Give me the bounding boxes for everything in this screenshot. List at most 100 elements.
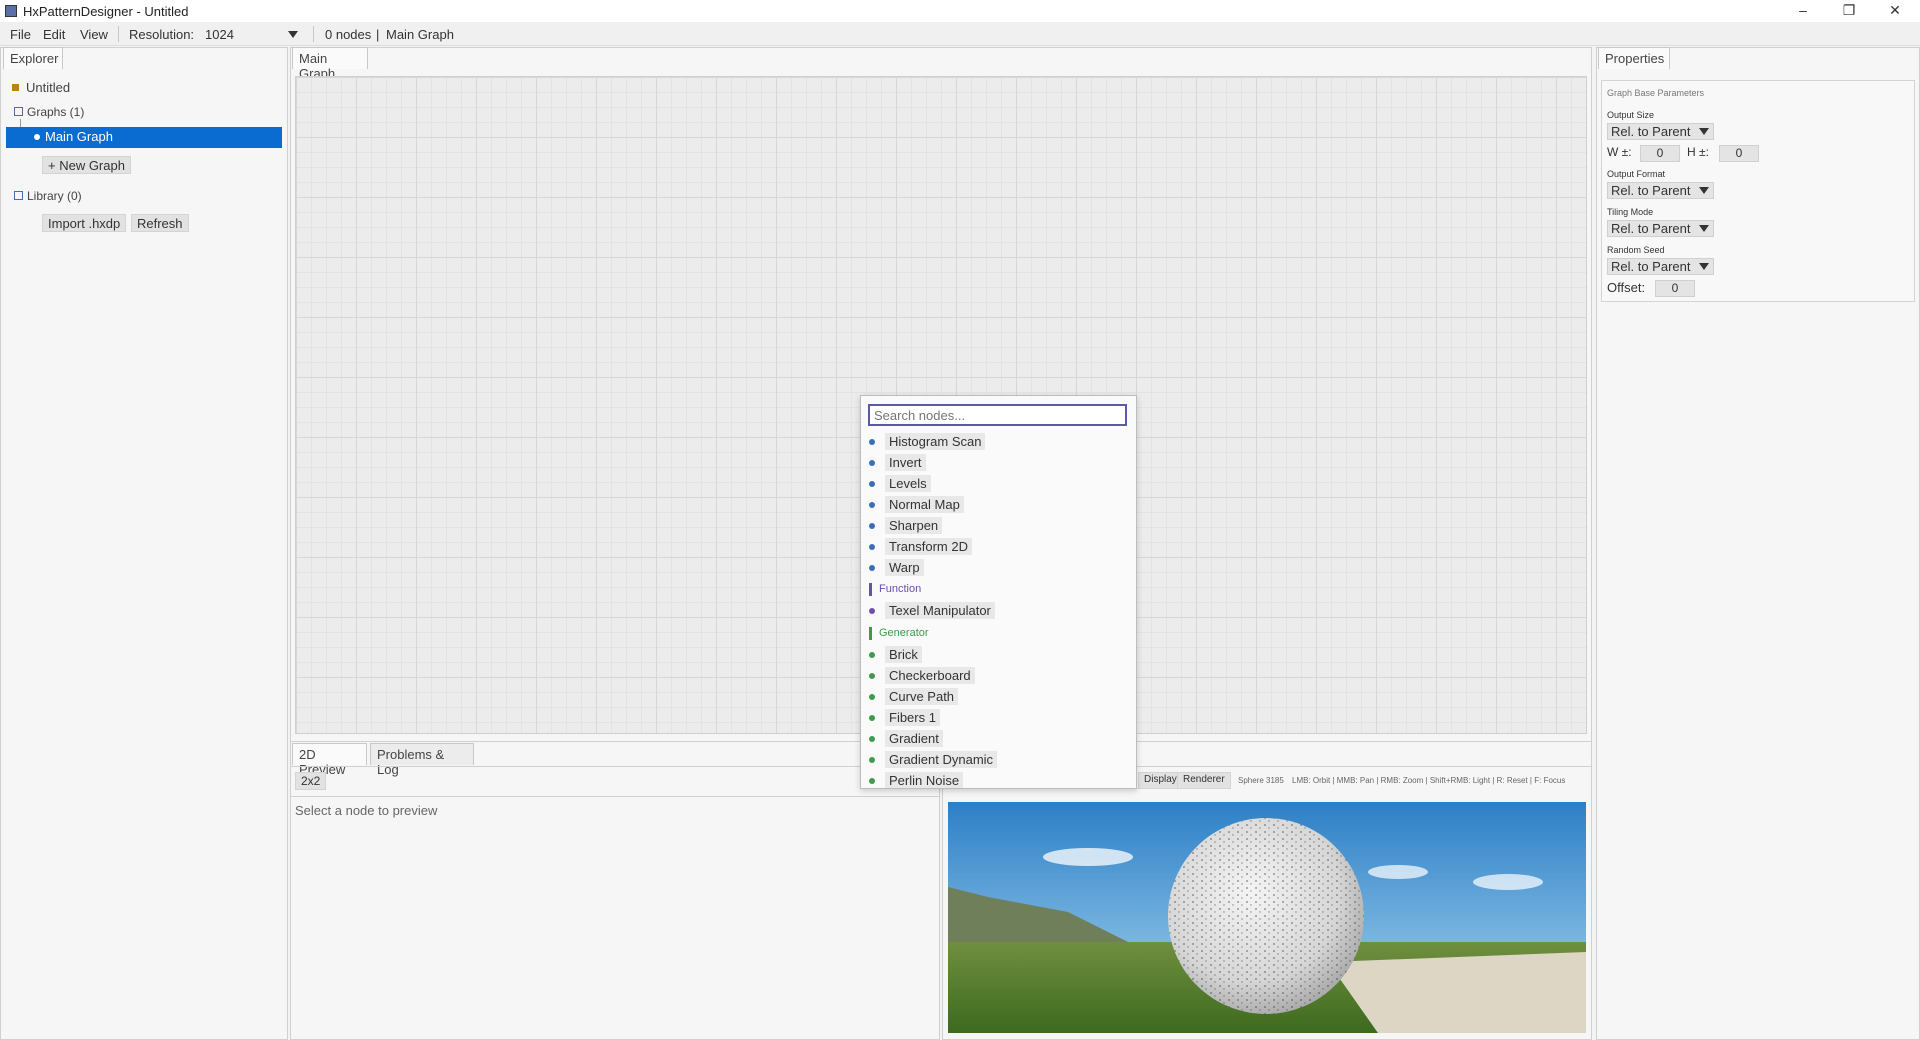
menu-bar: File Edit View Resolution: 1024 0 nodes …	[0, 22, 1920, 46]
category-generator: Generator	[861, 625, 1131, 643]
offset-label: Offset:	[1607, 280, 1646, 295]
category-function: Function	[861, 581, 1131, 599]
sidebar-item-main-graph[interactable]: Main Graph	[6, 127, 282, 148]
list-item-checkerboard[interactable]: Checkerboard	[861, 666, 1131, 686]
tiling-mode-select[interactable]: Rel. to Parent	[1607, 220, 1714, 237]
menu-separator	[313, 26, 314, 42]
library-folder[interactable]: Library (0)	[27, 189, 82, 203]
node-label: Curve Path	[885, 688, 959, 705]
title-bar: HxPatternDesigner - Untitled – ❐ ✕	[0, 0, 1920, 22]
node-dot-icon	[869, 736, 875, 742]
node-dot-icon	[869, 715, 875, 721]
width-offset-label: W ±:	[1607, 145, 1632, 159]
cloud	[1368, 865, 1428, 879]
height-offset-input[interactable]: 0	[1719, 145, 1759, 162]
node-label: Brick	[885, 646, 922, 663]
node-label: Texel Manipulator	[885, 602, 995, 619]
node-label: Checkerboard	[885, 667, 975, 684]
graph-bullet-icon	[34, 134, 40, 140]
list-item-warp[interactable]: Warp	[861, 558, 1131, 578]
list-item-invert[interactable]: Invert	[861, 453, 1131, 473]
viewport-3d[interactable]	[948, 802, 1586, 1033]
list-item-normal-map[interactable]: Normal Map	[861, 495, 1131, 515]
current-graph-status: Main Graph	[386, 27, 454, 42]
collapse-icon[interactable]	[14, 191, 23, 200]
chevron-down-icon[interactable]	[288, 31, 298, 38]
preview-placeholder: Select a node to preview	[295, 803, 438, 818]
resolution-select[interactable]: 1024	[205, 27, 234, 42]
category-marker	[869, 583, 872, 596]
list-item-transform-2d[interactable]: Transform 2D	[861, 537, 1131, 557]
list-item-gradient-dynamic[interactable]: Gradient Dynamic	[861, 750, 1131, 770]
chevron-down-icon	[1699, 128, 1709, 135]
node-dot-icon	[869, 523, 875, 529]
list-item-histogram-scan[interactable]: Histogram Scan	[861, 432, 1131, 452]
chevron-down-icon	[1699, 187, 1709, 194]
tab-main-graph[interactable]: Main Graph	[292, 47, 368, 81]
node-label: Invert	[885, 454, 926, 471]
new-graph-button[interactable]: + New Graph	[42, 156, 131, 174]
renderer-button[interactable]: Renderer	[1177, 772, 1231, 789]
output-format-select[interactable]: Rel. to Parent	[1607, 182, 1714, 199]
tab-problems-log[interactable]: Problems & Log	[370, 743, 474, 777]
collapse-icon[interactable]	[14, 107, 23, 116]
node-label: Normal Map	[885, 496, 964, 513]
menu-edit[interactable]: Edit	[43, 27, 65, 42]
close-button[interactable]: ✕	[1872, 0, 1918, 22]
tab-explorer[interactable]: Explorer	[3, 47, 63, 69]
status-separator: |	[376, 27, 380, 42]
random-seed-label: Random Seed	[1607, 245, 1665, 255]
node-search-popup: Histogram Scan Invert Levels Normal Map …	[860, 395, 1137, 789]
maximize-button[interactable]: ❐	[1826, 0, 1872, 22]
category-marker	[869, 627, 872, 640]
mesh-info: Sphere 3185	[1238, 776, 1284, 785]
node-dot-icon	[869, 694, 875, 700]
node-dot-icon	[869, 439, 875, 445]
menu-separator	[118, 26, 119, 42]
node-dot-icon	[869, 608, 875, 614]
height-offset-label: H ±:	[1687, 145, 1709, 159]
node-dot-icon	[869, 565, 875, 571]
output-size-select[interactable]: Rel. to Parent	[1607, 123, 1714, 140]
list-item-perlin-noise[interactable]: Perlin Noise	[861, 771, 1131, 788]
tab-2d-preview[interactable]: 2D Preview	[292, 743, 367, 777]
list-item-brick[interactable]: Brick	[861, 645, 1131, 665]
node-dot-icon	[869, 481, 875, 487]
chevron-down-icon	[1699, 263, 1709, 270]
node-label: Perlin Noise	[885, 772, 964, 788]
minimize-button[interactable]: –	[1780, 0, 1826, 22]
menu-file[interactable]: File	[10, 27, 31, 42]
category-label: Function	[879, 583, 922, 595]
output-size-label: Output Size	[1607, 110, 1655, 120]
window-title: HxPatternDesigner - Untitled	[23, 4, 189, 19]
list-item-texel-manipulator[interactable]: Texel Manipulator	[861, 601, 1131, 621]
list-item-levels[interactable]: Levels	[861, 474, 1131, 494]
node-dot-icon	[869, 778, 875, 784]
node-label: Gradient	[885, 730, 943, 747]
list-item-curve-path[interactable]: Curve Path	[861, 687, 1131, 707]
random-seed-select[interactable]: Rel. to Parent	[1607, 258, 1714, 275]
chevron-down-icon	[1699, 225, 1709, 232]
output-format-label: Output Format	[1607, 169, 1666, 179]
refresh-button[interactable]: Refresh	[131, 214, 189, 232]
graphs-folder[interactable]: Graphs (1)	[27, 105, 84, 119]
project-name[interactable]: Untitled	[26, 80, 70, 95]
list-item-sharpen[interactable]: Sharpen	[861, 516, 1131, 536]
menu-view[interactable]: View	[80, 27, 108, 42]
node-dot-icon	[869, 757, 875, 763]
list-item-fibers-1[interactable]: Fibers 1	[861, 708, 1131, 728]
category-label: Generator	[879, 627, 929, 639]
node-search-input[interactable]	[868, 404, 1127, 426]
divider	[290, 796, 940, 797]
group-title: Graph Base Parameters	[1607, 88, 1705, 98]
offset-input[interactable]: 0	[1655, 280, 1695, 297]
node-dot-icon	[869, 460, 875, 466]
tab-properties[interactable]: Properties	[1598, 47, 1670, 69]
import-button[interactable]: Import .hxdp	[42, 214, 127, 232]
list-item-gradient[interactable]: Gradient	[861, 729, 1131, 749]
cloud	[1043, 848, 1133, 866]
node-dot-icon	[869, 652, 875, 658]
grid-2x2-button[interactable]: 2x2	[295, 772, 327, 790]
project-icon	[12, 84, 19, 91]
width-offset-input[interactable]: 0	[1640, 145, 1680, 162]
